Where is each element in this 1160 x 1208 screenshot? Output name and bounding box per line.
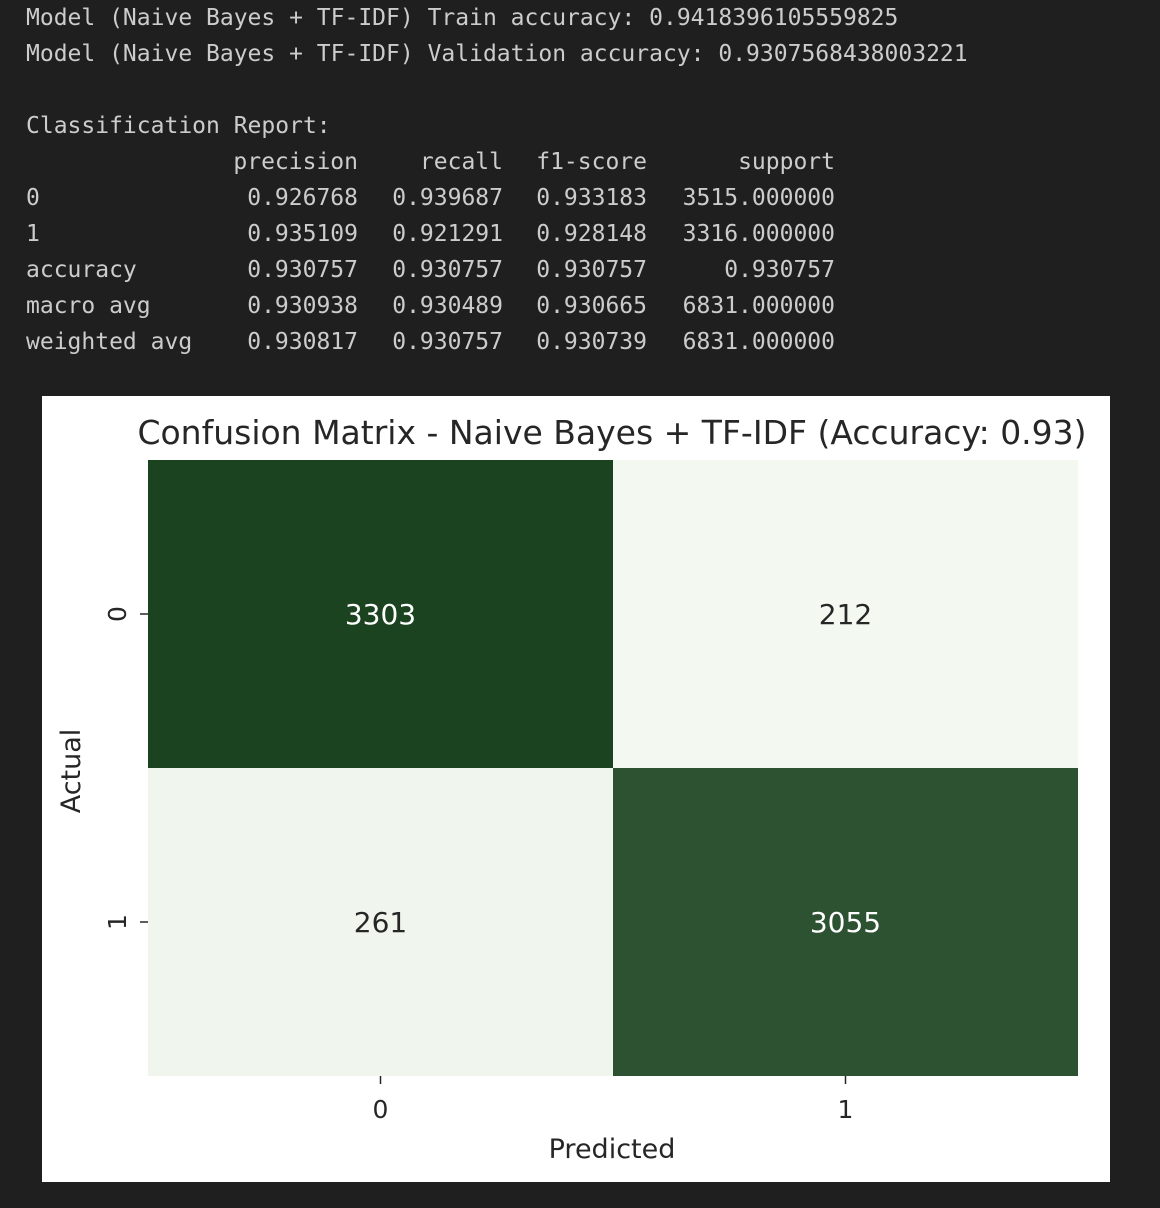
report-cell: 0.933183 bbox=[536, 185, 647, 211]
report-row: weighted avg 0.930817 0.930757 0.930739 … bbox=[26, 324, 835, 360]
report-cell: 0.930938 bbox=[247, 293, 358, 319]
x-tick-label: 1 bbox=[838, 1095, 854, 1124]
report-col-header: support bbox=[738, 149, 835, 175]
y-axis-label: Actual bbox=[56, 729, 87, 814]
report-cell: 0.921291 bbox=[392, 221, 503, 247]
heatmap-cell-label: 212 bbox=[819, 598, 872, 631]
confusion-matrix-figure: Confusion Matrix - Naive Bayes + TF-IDF … bbox=[42, 396, 1110, 1182]
validation-accuracy-line: Model (Naive Bayes + TF-IDF) Validation … bbox=[26, 41, 968, 67]
report-title: Classification Report: bbox=[26, 113, 331, 139]
report-row-label: accuracy bbox=[26, 257, 137, 283]
report-table: precision recall f1-score support 0 0.92… bbox=[26, 144, 835, 360]
report-cell: 0.930757 bbox=[392, 257, 503, 283]
report-header-row: precision recall f1-score support bbox=[26, 144, 835, 180]
classification-report: precision recall f1-score support 0 0.92… bbox=[26, 144, 835, 360]
report-cell: 6831.000000 bbox=[682, 293, 835, 319]
x-axis-ticks: 01 bbox=[373, 1076, 854, 1124]
report-cell: 6831.000000 bbox=[682, 329, 835, 355]
report-row-label: 1 bbox=[26, 221, 40, 247]
x-axis-label: Predicted bbox=[549, 1134, 676, 1165]
report-col-header: f1-score bbox=[536, 149, 647, 175]
report-cell: 3515.000000 bbox=[682, 185, 835, 211]
heatmap-cell-label: 3303 bbox=[345, 598, 416, 631]
train-accuracy-line: Model (Naive Bayes + TF-IDF) Train accur… bbox=[26, 5, 899, 31]
report-cell: 0.930757 bbox=[536, 257, 647, 283]
report-row: accuracy 0.930757 0.930757 0.930757 0.93… bbox=[26, 252, 835, 288]
report-cell: 0.926768 bbox=[247, 185, 358, 211]
y-tick-label: 0 bbox=[103, 606, 132, 622]
report-row-label: 0 bbox=[26, 185, 40, 211]
report-cell: 0.939687 bbox=[392, 185, 503, 211]
report-header-empty bbox=[26, 144, 216, 180]
heatmap-cells: 3303 212 261 3055 bbox=[148, 460, 1078, 1076]
y-tick-label: 1 bbox=[103, 914, 132, 930]
report-row-label: weighted avg bbox=[26, 329, 193, 355]
report-cell: 0.930757 bbox=[247, 257, 358, 283]
report-cell: 0.930739 bbox=[536, 329, 647, 355]
report-col-header: precision bbox=[233, 149, 358, 175]
report-cell: 0.930489 bbox=[392, 293, 503, 319]
report-cell: 0.930757 bbox=[392, 329, 503, 355]
heatmap-cell-label: 3055 bbox=[810, 906, 881, 939]
report-cell: 0.930757 bbox=[724, 257, 835, 283]
report-cell: 3316.000000 bbox=[682, 221, 835, 247]
report-row: 1 0.935109 0.921291 0.928148 3316.000000 bbox=[26, 216, 835, 252]
chart-title: Confusion Matrix - Naive Bayes + TF-IDF … bbox=[137, 413, 1086, 452]
report-cell: 0.935109 bbox=[247, 221, 358, 247]
report-col-header: recall bbox=[419, 149, 503, 175]
report-row: 0 0.926768 0.939687 0.933183 3515.000000 bbox=[26, 180, 835, 216]
heatmap-cell-label: 261 bbox=[354, 906, 407, 939]
y-axis-ticks: 01 bbox=[103, 606, 148, 930]
x-tick-label: 0 bbox=[373, 1095, 389, 1124]
report-cell: 0.928148 bbox=[536, 221, 647, 247]
report-row: macro avg 0.930938 0.930489 0.930665 683… bbox=[26, 288, 835, 324]
report-cell: 0.930665 bbox=[536, 293, 647, 319]
report-cell: 0.930817 bbox=[247, 329, 358, 355]
confusion-matrix-chart: Confusion Matrix - Naive Bayes + TF-IDF … bbox=[56, 413, 1087, 1165]
report-row-label: macro avg bbox=[26, 293, 151, 319]
